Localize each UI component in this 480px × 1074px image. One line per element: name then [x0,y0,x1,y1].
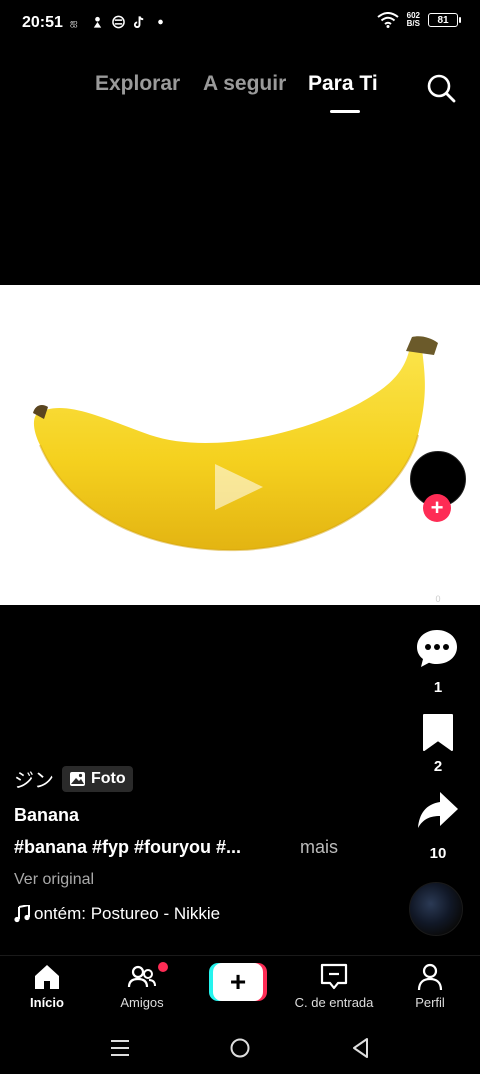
nav-inbox[interactable]: C. de entrada [284,962,384,1010]
profile-icon [417,963,443,991]
share-arrow-icon[interactable] [416,789,460,831]
tab-following[interactable]: A seguir [203,72,286,96]
music-note-icon [14,905,30,923]
nav-profile-label: Perfil [415,995,445,1010]
music-title: ontém: Postureo - Nikkie [34,904,221,923]
follow-button[interactable]: + [423,494,451,522]
nav-inbox-label: C. de entrada [294,995,374,1010]
menu-icon[interactable] [108,1036,132,1060]
author-username[interactable]: ジン [14,764,54,793]
tiktok-notification-icon [133,16,144,29]
comment-count: 1 [433,679,443,696]
see-original-link[interactable]: Ver original [14,871,94,889]
music-row[interactable]: ontém: Postureo - Nikkie [14,904,264,924]
inbox-icon [320,963,348,990]
banana-image [33,336,438,552]
nav-friends[interactable]: Amigos [92,962,192,1010]
music-disc[interactable] [409,882,463,936]
create-plus-icon: + [213,963,263,1001]
friends-icon [127,965,156,988]
photo-badge: Foto [62,765,133,792]
status-notification-icons: ஐ [70,15,167,29]
dot-icon [158,19,163,25]
notification-app-icon [93,16,102,28]
photo-icon [70,771,85,786]
create-button[interactable]: + [209,963,267,1001]
post-title: Banana [14,805,80,825]
like-count: 0 [435,594,441,604]
nav-profile[interactable]: Perfil [380,962,480,1010]
post-media[interactable] [0,285,480,605]
nav-home-label: Início [30,995,64,1010]
status-system-icons: 602 B/S 81 [377,12,461,28]
svg-text:ஐ: ஐ [70,18,77,29]
photo-badge-label: Foto [91,769,126,787]
active-tab-indicator [330,110,360,113]
search-icon[interactable] [426,73,456,103]
network-speed: 602 B/S [407,12,420,28]
home-icon [35,965,59,989]
nav-friends-label: Amigos [120,995,164,1010]
heart-icon[interactable] [416,544,460,588]
comment-icon[interactable] [415,627,459,671]
notification-app-icon [112,15,125,29]
home-circle-icon[interactable] [228,1036,252,1060]
wifi-icon [377,12,399,28]
play-icon[interactable] [211,462,265,512]
save-count: 2 [433,758,443,775]
post-author-row: ジン Foto [14,764,133,793]
tab-explore[interactable]: Explorar [95,72,180,96]
battery-icon: 81 [428,13,461,27]
feed-tabs: Explorar A seguir Para Ti [0,72,480,113]
notification-dot [158,962,168,972]
share-count: 10 [429,845,447,862]
bookmark-icon[interactable] [421,713,455,753]
system-nav-bar [0,1022,480,1074]
back-triangle-icon[interactable] [349,1036,373,1060]
tab-for-you[interactable]: Para Ti [308,72,378,96]
status-bar: 20:51 ஐ 602 B/S 81 [0,0,480,48]
nav-home[interactable]: Início [0,962,97,1010]
status-time: 20:51 [22,14,63,31]
more-link[interactable]: mais [300,837,338,858]
notification-app-icon: ஐ [70,18,77,29]
battery-level: 81 [437,14,449,26]
network-speed-unit: B/S [406,19,420,28]
post-hashtags[interactable]: #banana #fyp #fouryou #... [14,837,241,858]
